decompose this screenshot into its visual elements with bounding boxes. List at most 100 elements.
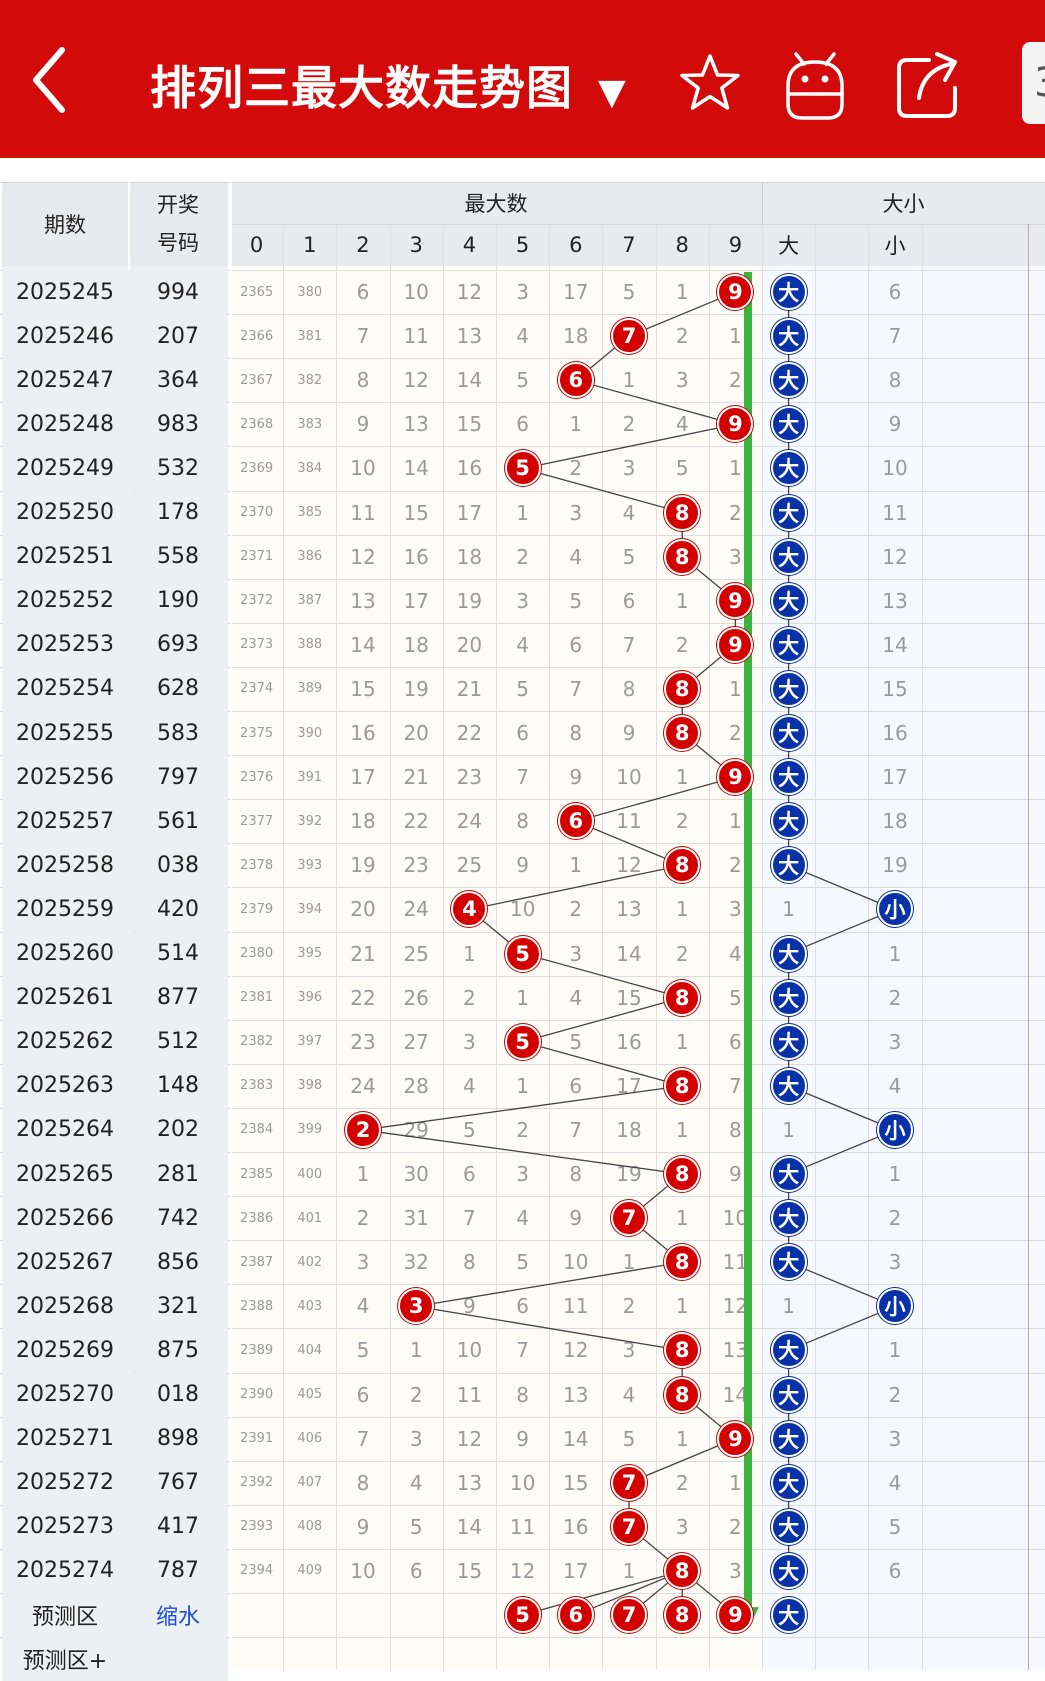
miss-value-cell: 387 (297, 593, 323, 609)
issue-cell: 2025257 (2, 799, 128, 844)
miss-value-cell: 385 (297, 505, 323, 521)
miss-value-cell: 6 (409, 1558, 423, 1583)
prediction-digit-ball[interactable]: 7 (611, 1597, 647, 1634)
miss-value-cell: 2 (675, 324, 689, 349)
miss-value-cell: 2 (729, 721, 742, 746)
code-cell: 693 (128, 622, 228, 667)
miss-value-cell: 9 (516, 853, 529, 878)
size-miss-cell: 11 (882, 500, 908, 525)
size-miss-cell: 2 (888, 1382, 902, 1407)
miss-value-cell: 2 (729, 368, 742, 393)
miss-value-cell: 5 (622, 280, 636, 305)
miss-value-cell: 5 (409, 1514, 423, 1539)
header-digit-0: 0 (230, 224, 284, 266)
size-column-divider (762, 224, 763, 1670)
size-ball: 小 (877, 1111, 913, 1148)
max-digit-ball: 6 (557, 362, 594, 399)
size-miss-cell: 6 (888, 280, 902, 305)
miss-value-cell: 10 (722, 1206, 749, 1231)
miss-value-cell: 2388 (240, 1298, 274, 1314)
code-cell: 994 (128, 270, 228, 315)
miss-value-cell: 381 (297, 328, 323, 344)
miss-value-cell: 9 (356, 1514, 370, 1539)
miss-value-cell: 394 (297, 901, 323, 917)
issue-cell: 2025267 (2, 1240, 128, 1285)
code-cell: 583 (128, 711, 228, 756)
miss-value-cell: 388 (297, 637, 323, 653)
prediction-size-ball[interactable]: 大 (770, 1597, 807, 1634)
header-digit-9: 9 (708, 224, 762, 266)
miss-value-cell: 2391 (240, 1431, 274, 1447)
code-cell: 038 (128, 843, 228, 888)
miss-value-cell: 15 (403, 500, 429, 525)
header-size-big: 大 (762, 224, 816, 266)
share-icon[interactable] (893, 48, 967, 120)
miss-value-cell: 2386 (240, 1210, 274, 1226)
miss-value-cell: 10 (509, 897, 536, 922)
dropdown-caret-icon[interactable]: ▼ (598, 72, 627, 113)
code-cell: 420 (128, 887, 228, 932)
miss-value-cell: 2383 (240, 1078, 274, 1094)
size-ball: 大 (770, 1200, 807, 1237)
code-cell: 787 (128, 1548, 228, 1593)
miss-value-cell: 2367 (240, 372, 274, 388)
miss-value-cell: 2 (516, 544, 529, 569)
header-code-line2: 号码 (157, 231, 199, 255)
max-digit-ball: 8 (664, 538, 701, 575)
miss-value-cell: 404 (297, 1342, 323, 1358)
size-miss-cell: 5 (888, 1514, 902, 1539)
header-digit-4: 4 (442, 224, 496, 266)
issue-cell: 2025254 (2, 666, 128, 711)
miss-value-cell: 14 (722, 1382, 749, 1407)
max-digit-ball: 8 (664, 1156, 701, 1193)
issue-cell: 2025266 (2, 1196, 128, 1241)
size-miss-cell: 8 (888, 368, 902, 393)
miss-value-cell: 8 (569, 1162, 583, 1187)
size-ball: 大 (770, 318, 807, 355)
miss-value-cell: 17 (616, 1073, 642, 1098)
code-cell: 797 (128, 755, 228, 800)
page-title[interactable]: 排列三最大数走势图 ▼ (150, 52, 627, 118)
size-miss-cell: 13 (882, 588, 908, 613)
miss-value-cell: 5 (569, 588, 583, 613)
miss-value-cell: 4 (463, 1073, 476, 1098)
size-ball: 大 (770, 362, 807, 399)
miss-value-cell: 5 (569, 1029, 583, 1054)
back-arrow-icon[interactable] (28, 44, 72, 116)
max-digit-ball: 8 (664, 979, 701, 1016)
miss-value-cell: 6 (356, 1382, 370, 1407)
issue-cell: 2025271 (2, 1416, 128, 1461)
miss-value-cell: 2 (675, 632, 689, 657)
max-digit-ball: 8 (664, 494, 701, 531)
code-cell: 281 (128, 1152, 228, 1197)
max-digit-ball: 7 (611, 1464, 647, 1501)
miss-value-cell: 24 (456, 809, 483, 834)
prediction-digit-ball[interactable]: 5 (504, 1597, 541, 1634)
miss-value-cell: 2373 (240, 637, 274, 653)
miss-value-cell: 3 (622, 1338, 636, 1363)
miss-value-cell: 6 (729, 1029, 742, 1054)
header-top-line (0, 182, 1045, 183)
miss-value-cell: 7 (356, 324, 370, 349)
size-ball: 大 (770, 1067, 807, 1104)
miss-value-cell: 2389 (240, 1342, 274, 1358)
side-tab-stub[interactable]: 3 (1022, 42, 1045, 124)
code-cell: 207 (128, 314, 228, 359)
miss-value-cell: 10 (563, 1250, 589, 1275)
miss-value-cell: 2 (356, 1206, 370, 1231)
android-robot-icon[interactable] (782, 42, 848, 122)
size-miss-cell: 10 (882, 456, 908, 481)
code-cell: 532 (128, 446, 228, 491)
prediction-digit-ball[interactable]: 6 (557, 1597, 594, 1634)
prediction-plus-label: 预测区+ (2, 1637, 128, 1681)
size-miss-cell: 1 (782, 897, 795, 922)
issue-cell: 2025268 (2, 1284, 128, 1329)
miss-value-cell: 18 (616, 1117, 642, 1142)
star-icon[interactable] (678, 52, 742, 114)
prediction-digit-ball[interactable]: 8 (664, 1597, 701, 1634)
miss-value-cell: 1 (729, 809, 742, 834)
size-ball: 大 (770, 1552, 807, 1589)
prediction-action-link[interactable]: 缩水 (128, 1593, 228, 1638)
miss-value-cell: 19 (456, 588, 483, 613)
code-cell: 514 (128, 931, 228, 976)
